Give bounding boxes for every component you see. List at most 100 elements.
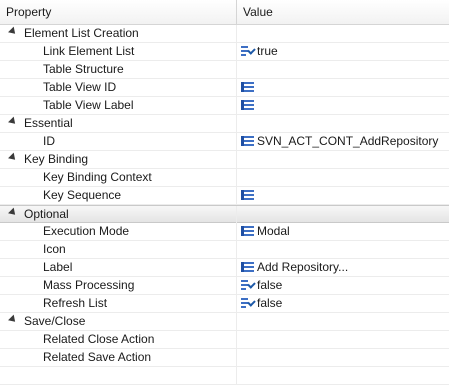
value-cell[interactable]: false — [237, 295, 449, 312]
property-row[interactable]: Label Add Repository... — [0, 259, 449, 277]
empty-row — [0, 367, 449, 385]
property-cell: Element List Creation — [0, 25, 237, 42]
value-cell — [237, 25, 449, 42]
value-cell[interactable] — [237, 241, 449, 258]
property-row[interactable]: Table Structure — [0, 61, 449, 79]
value-cell[interactable] — [237, 349, 449, 366]
property-cell: Key Binding Context — [0, 169, 237, 186]
property-cell — [0, 367, 237, 384]
collapse-twisty-icon[interactable] — [8, 26, 18, 37]
property-cell: Essential — [0, 115, 237, 132]
value-cell — [237, 151, 449, 168]
value-cell — [237, 115, 449, 132]
value-column-header[interactable]: Value — [237, 0, 449, 24]
value-cell[interactable]: false — [237, 277, 449, 294]
value-cell[interactable] — [237, 97, 449, 114]
value-cell[interactable]: SVN_ACT_CONT_AddRepository — [237, 133, 449, 150]
value-cell[interactable] — [237, 331, 449, 348]
property-row[interactable]: Mass Processing false — [0, 277, 449, 295]
value-content — [241, 79, 257, 96]
group-label: Essential — [24, 116, 73, 130]
collapse-twisty-icon[interactable] — [8, 152, 18, 163]
property-row[interactable]: Table View ID — [0, 79, 449, 97]
property-label: Table Structure — [43, 62, 124, 76]
value-cell[interactable]: Add Repository... — [237, 259, 449, 276]
group-row[interactable]: Element List Creation — [0, 25, 449, 43]
value-cell[interactable] — [237, 79, 449, 96]
collapse-twisty-icon[interactable] — [8, 314, 18, 325]
value-content — [241, 97, 257, 114]
property-cell: Table View Label — [0, 97, 237, 114]
property-row[interactable]: Execution Mode Modal — [0, 223, 449, 241]
property-row[interactable]: Icon — [0, 241, 449, 259]
property-cell: Link Element List — [0, 43, 237, 60]
value-content — [241, 187, 257, 204]
property-row[interactable]: Table View Label — [0, 97, 449, 115]
property-label: Table View Label — [43, 98, 134, 112]
property-label: Label — [43, 260, 73, 274]
group-label: Key Binding — [24, 152, 89, 166]
property-cell: Mass Processing — [0, 277, 237, 294]
list-icon — [241, 190, 254, 200]
collapse-twisty-icon[interactable] — [8, 207, 18, 218]
property-cell: Refresh List — [0, 295, 237, 312]
group-label: Element List Creation — [24, 26, 139, 40]
group-row[interactable]: Optional — [0, 205, 449, 223]
property-label: Related Close Action — [43, 332, 155, 346]
property-column-header[interactable]: Property — [0, 0, 237, 24]
value-cell — [237, 367, 449, 384]
value-cell[interactable]: true — [237, 43, 449, 60]
property-row[interactable]: Related Close Action — [0, 331, 449, 349]
list-icon — [241, 82, 254, 92]
property-row[interactable]: Refresh List false — [0, 295, 449, 313]
property-row[interactable]: Link Element List true — [0, 43, 449, 61]
value-cell[interactable] — [237, 169, 449, 186]
property-label: Key Binding Context — [43, 170, 152, 184]
value-cell[interactable]: Modal — [237, 223, 449, 240]
property-row[interactable]: Key Sequence — [0, 187, 449, 205]
property-cell: Table View ID — [0, 79, 237, 96]
property-cell: Icon — [0, 241, 237, 258]
value-cell[interactable] — [237, 187, 449, 204]
property-label: Key Sequence — [43, 188, 122, 202]
value-text: Add Repository... — [257, 260, 349, 274]
property-row[interactable]: Key Binding Context — [0, 169, 449, 187]
value-text: Modal — [257, 224, 290, 238]
property-row[interactable]: Related Save Action — [0, 349, 449, 367]
property-label: Execution Mode — [43, 224, 130, 238]
value-text: SVN_ACT_CONT_AddRepository — [257, 134, 439, 148]
value-content: true — [241, 43, 278, 60]
value-cell[interactable] — [237, 61, 449, 78]
property-cell: ID — [0, 133, 237, 150]
value-text: true — [257, 44, 278, 58]
property-cell: Key Binding — [0, 151, 237, 168]
value-content: Add Repository... — [241, 259, 348, 276]
value-content: false — [241, 295, 282, 312]
property-cell: Label — [0, 259, 237, 276]
group-row[interactable]: Key Binding — [0, 151, 449, 169]
property-cell: Related Save Action — [0, 349, 237, 366]
value-cell — [237, 206, 449, 223]
property-row[interactable]: ID SVN_ACT_CONT_AddRepository — [0, 133, 449, 151]
property-cell: Optional — [0, 206, 237, 223]
property-cell: Key Sequence — [0, 187, 237, 204]
property-label: Mass Processing — [43, 278, 135, 292]
collapse-twisty-icon[interactable] — [8, 116, 18, 127]
group-row[interactable]: Essential — [0, 115, 449, 133]
value-content: false — [241, 277, 282, 294]
property-cell: Related Close Action — [0, 331, 237, 348]
property-label: Icon — [43, 242, 66, 256]
value-text: false — [257, 296, 283, 310]
list-icon — [241, 226, 254, 236]
group-row[interactable]: Save/Close — [0, 313, 449, 331]
value-content: SVN_ACT_CONT_AddRepository — [241, 133, 438, 150]
boolean-icon — [241, 298, 256, 308]
property-table-body: Element List Creation Link Element List tr… — [0, 25, 449, 385]
property-cell: Save/Close — [0, 313, 237, 330]
boolean-icon — [241, 46, 256, 56]
property-label: Table View ID — [43, 80, 117, 94]
value-text: false — [257, 278, 283, 292]
property-label: ID — [43, 134, 55, 148]
group-label: Optional — [24, 207, 69, 221]
boolean-icon — [241, 280, 256, 290]
